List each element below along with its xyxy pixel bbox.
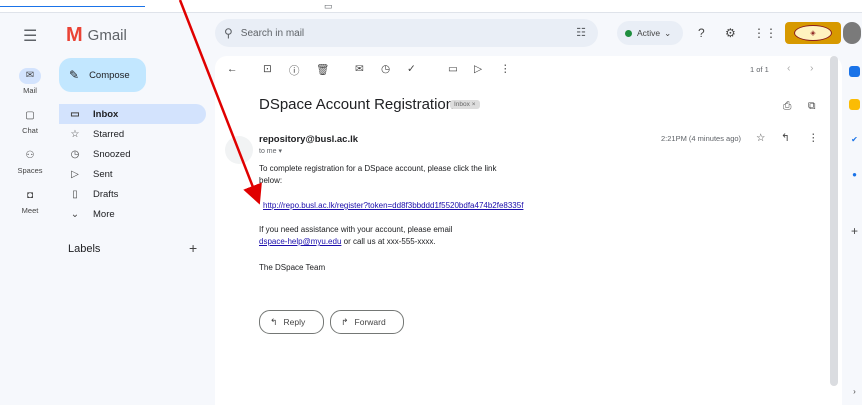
annotation-arrow	[178, 0, 262, 205]
